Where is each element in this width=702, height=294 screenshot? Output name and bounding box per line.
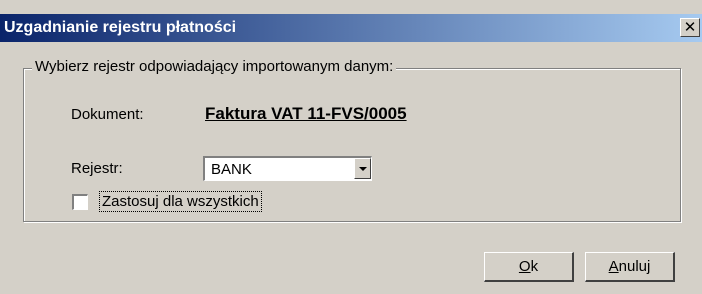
groupbox-legend: Wybierz rejestr odpowiadający importowan… — [32, 58, 397, 75]
close-button[interactable]: ✕ — [680, 18, 700, 37]
apply-all-label[interactable]: Zastosuj dla wszystkich — [99, 191, 262, 212]
close-icon: ✕ — [683, 18, 697, 36]
document-value: Faktura VAT 11-FVS/0005 — [205, 104, 407, 123]
title-bar[interactable]: Uzgadnianie rejestru płatności ✕ — [0, 14, 702, 42]
apply-all-checkbox[interactable] — [72, 194, 88, 210]
ok-label-rest: k — [530, 258, 539, 275]
register-select[interactable]: BANK — [203, 156, 372, 181]
cancel-label-rest: nuluj — [618, 258, 651, 275]
cancel-accelerator: A — [608, 258, 619, 275]
cancel-button[interactable]: Anuluj — [585, 252, 675, 282]
register-dropdown-button[interactable] — [354, 158, 371, 179]
ok-button[interactable]: Ok — [484, 252, 574, 282]
document-label: Dokument: — [71, 106, 144, 123]
window-title: Uzgadnianie rejestru płatności — [4, 19, 237, 36]
register-label: Rejestr: — [71, 160, 123, 177]
ok-accelerator: O — [518, 258, 531, 275]
chevron-down-icon — [359, 167, 367, 171]
register-select-value: BANK — [211, 161, 252, 178]
dialog-window: Uzgadnianie rejestru płatności ✕ Wybierz… — [0, 0, 702, 294]
